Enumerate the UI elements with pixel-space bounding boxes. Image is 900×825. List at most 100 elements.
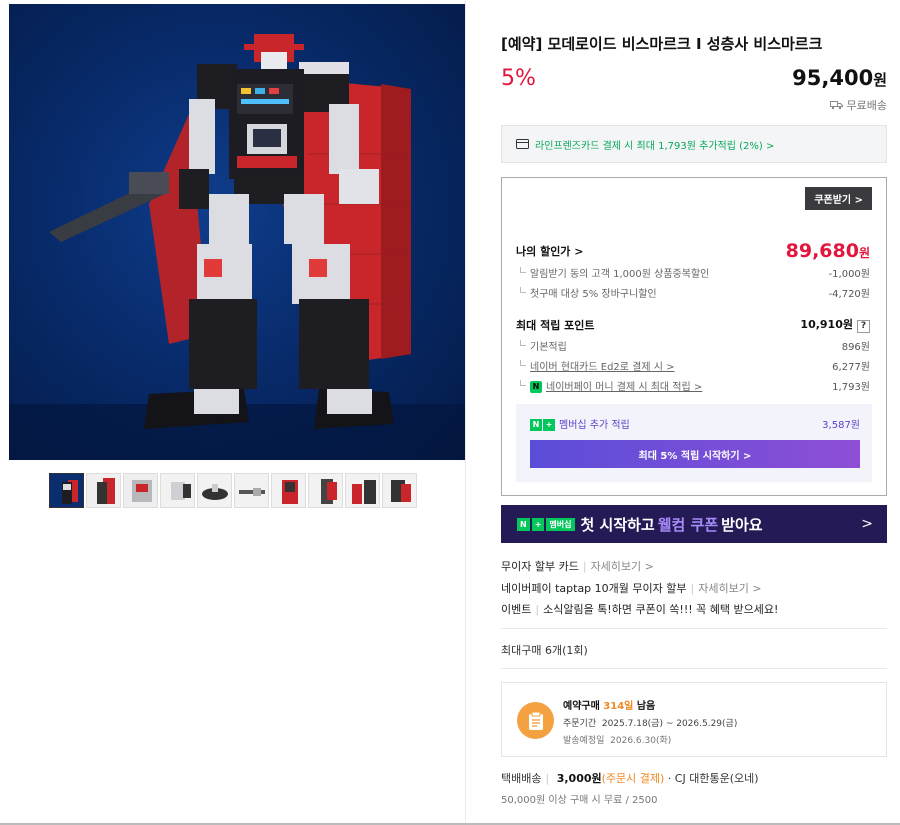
preorder-days-left: 314일 (603, 701, 634, 712)
my-price-unit: 원 (858, 246, 870, 260)
my-price: 89,680원 (786, 240, 870, 262)
my-price-label[interactable]: 나의 할인가 > (516, 243, 583, 259)
npay-money-link[interactable]: N 네이버페이 머니 결제 시 최대 적립 > (516, 378, 702, 393)
preorder-suffix: 남음 (636, 701, 656, 712)
delivery-row: 택배배송 | 3,000원(주문시 결제) · CJ 대한통운(오네) (501, 772, 759, 785)
points-row: 최대 적립 포인트 10,910원? (516, 316, 870, 333)
installment-card-row: 무이자 할부 카드 | 자세히보기 > (501, 560, 654, 573)
delivery-carrier: · CJ 대한통운(오네) (667, 772, 759, 785)
clipboard-icon (517, 702, 554, 739)
my-price-value: 89,680 (785, 240, 859, 262)
banner-text-3: 받아요 (721, 515, 763, 534)
ship-date: 발송예정일 2026.6.30(화) (563, 733, 737, 746)
max-purchase: 최대구매 6개(1회) (501, 644, 588, 657)
membership-label: 멤버십 추가 적립 (559, 420, 630, 431)
delivery-fee: 3,000원 (556, 772, 602, 785)
points-total: 10,910원? (800, 316, 870, 333)
discount-value: -1,000원 (828, 269, 870, 280)
points-value: 10,910원 (800, 318, 853, 331)
chevron-right-icon: > (861, 516, 873, 532)
order-period-value: 2025.7.18(금) ~ 2026.5.29(금) (601, 719, 738, 729)
thumbnail-10[interactable] (382, 473, 417, 508)
info-label: 이벤트 (501, 603, 532, 616)
event-row: 이벤트 | 소식알림을 톡!하면 쿠폰이 쏙!!! 꼭 혜택 받으세요! (501, 603, 779, 616)
membership-row: N + 멤버십 추가 적립 3,587원 (530, 416, 860, 431)
delivery-label: 택배배송 (501, 772, 542, 785)
points-sub-label: 기본적립 (516, 338, 567, 353)
preorder-box: 예약구매 314일 남음 주문기간 2025.7.18(금) ~ 2026.5.… (501, 682, 887, 757)
benefit-box: 쿠폰받기 > 나의 할인가 > 89,680원 알림받기 동의 고객 1,000… (501, 177, 887, 496)
points-label: 최대 적립 포인트 (516, 318, 595, 332)
membership-welcome-banner[interactable]: N + 멤버십 첫 시작하고 웰컴 쿠폰 받아요 > (501, 505, 887, 543)
points-sub-value: 1,793원 (832, 382, 870, 393)
ship-date-label: 발송예정일 (563, 736, 605, 746)
thumbnail-2[interactable] (86, 473, 121, 508)
free-shipping: 무료배송 (829, 97, 887, 113)
preorder-title: 예약구매 314일 남음 (563, 697, 737, 712)
naver-hyundai-card-link[interactable]: 네이버 현대카드 Ed2로 결제 시 > (516, 358, 675, 373)
thumbnail-3[interactable] (123, 473, 158, 508)
thumbnail-8[interactable] (308, 473, 343, 508)
product-main-image[interactable] (9, 4, 465, 460)
points-sub-value: 6,277원 (832, 362, 870, 373)
preorder-info: 예약구매 314일 남음 주문기간 2025.7.18(금) ~ 2026.5.… (563, 697, 737, 746)
membership-badge: 멤버십 (546, 517, 575, 531)
robot-figure-image (9, 34, 465, 460)
product-gallery (0, 0, 466, 825)
order-period-label: 주문기간 (563, 719, 597, 729)
divider (501, 668, 887, 669)
delivery-fee-note: (주문시 결제) (601, 772, 665, 785)
coupon-button[interactable]: 쿠폰받기 > (805, 187, 872, 210)
thumbnail-9[interactable] (345, 473, 380, 508)
thumbnail-strip (49, 473, 417, 508)
product-title: [예약] 모데로이드 비스마르크 I 성층사 비스마르크 (501, 35, 823, 53)
details-link[interactable]: 자세히보기 > (698, 582, 761, 595)
discount-label: 알림받기 동의 고객 1,000원 상품중복할인 (516, 265, 709, 280)
event-link[interactable]: 소식알림을 톡!하면 쿠폰이 쏙!!! 꼭 혜택 받으세요! (543, 603, 778, 616)
membership-badges: N + 멤버십 (517, 517, 575, 531)
thumbnail-5[interactable] (197, 473, 232, 508)
nplus-icon: N + (530, 419, 555, 431)
discount-label: 첫구매 대상 5% 장바구니할인 (516, 285, 657, 300)
thumbnail-4[interactable] (160, 473, 195, 508)
banner-text-2: 웰컴 쿠폰 (657, 515, 719, 534)
help-icon[interactable]: ? (857, 320, 870, 333)
shipping-label: 무료배송 (846, 99, 887, 112)
plus-badge: + (531, 517, 545, 531)
truck-icon (829, 101, 843, 110)
ship-date-value: 2026.6.30(화) (610, 736, 672, 746)
price-unit: 원 (873, 71, 887, 89)
info-label: 무이자 할부 카드 (501, 560, 579, 573)
price-value: 95,400 (792, 66, 874, 90)
card-promo-text: 라인프렌즈카드 결제 시 최대 1,793원 추가적립 (2%) > (535, 140, 775, 152)
thumbnail-7[interactable] (271, 473, 306, 508)
membership-start-button[interactable]: 최대 5% 적립 시작하기 > (530, 440, 860, 468)
points-row-card: 네이버 현대카드 Ed2로 결제 시 > 6,277원 (516, 358, 870, 373)
free-shipping-condition: 50,000원 이상 구매 시 무료 / 2500 (501, 795, 658, 806)
divider (501, 628, 887, 629)
discount-rate: 5% (501, 66, 536, 91)
preorder-prefix: 예약구매 (563, 701, 600, 712)
my-price-row: 나의 할인가 > 89,680원 (516, 240, 870, 262)
discount-row-2: 첫구매 대상 5% 장바구니할인 -4,720원 (516, 285, 870, 300)
discount-row-1: 알림받기 동의 고객 1,000원 상품중복할인 -1,000원 (516, 265, 870, 280)
banner-text-1: 첫 시작하고 (580, 515, 655, 534)
discount-value: -4,720원 (828, 289, 870, 300)
thumbnail-6[interactable] (234, 473, 269, 508)
naver-n-badge: N (517, 517, 530, 531)
credit-card-icon (516, 139, 529, 149)
npay-link-label: 네이버페이 머니 결제 시 최대 적립 > (546, 382, 703, 393)
info-label: 네이버페이 taptap 10개월 무이자 할부 (501, 582, 687, 595)
thumbnail-1[interactable] (49, 473, 84, 508)
points-sub-value: 896원 (841, 342, 870, 353)
card-promo-link[interactable]: 라인프렌즈카드 결제 시 최대 1,793원 추가적립 (2%) > (501, 125, 887, 163)
membership-value: 3,587원 (822, 420, 860, 431)
details-link[interactable]: 자세히보기 > (591, 560, 654, 573)
points-row-basic: 기본적립 896원 (516, 338, 870, 353)
taptap-installment-row: 네이버페이 taptap 10개월 무이자 할부 | 자세히보기 > (501, 582, 762, 595)
product-price: 95,400원 (792, 66, 887, 90)
points-row-npay: N 네이버페이 머니 결제 시 최대 적립 > 1,793원 (516, 378, 870, 393)
membership-label-wrap: N + 멤버십 추가 적립 (530, 416, 630, 431)
order-period: 주문기간 2025.7.18(금) ~ 2026.5.29(금) (563, 716, 737, 729)
membership-box: N + 멤버십 추가 적립 3,587원 최대 5% 적립 시작하기 > (516, 404, 872, 482)
